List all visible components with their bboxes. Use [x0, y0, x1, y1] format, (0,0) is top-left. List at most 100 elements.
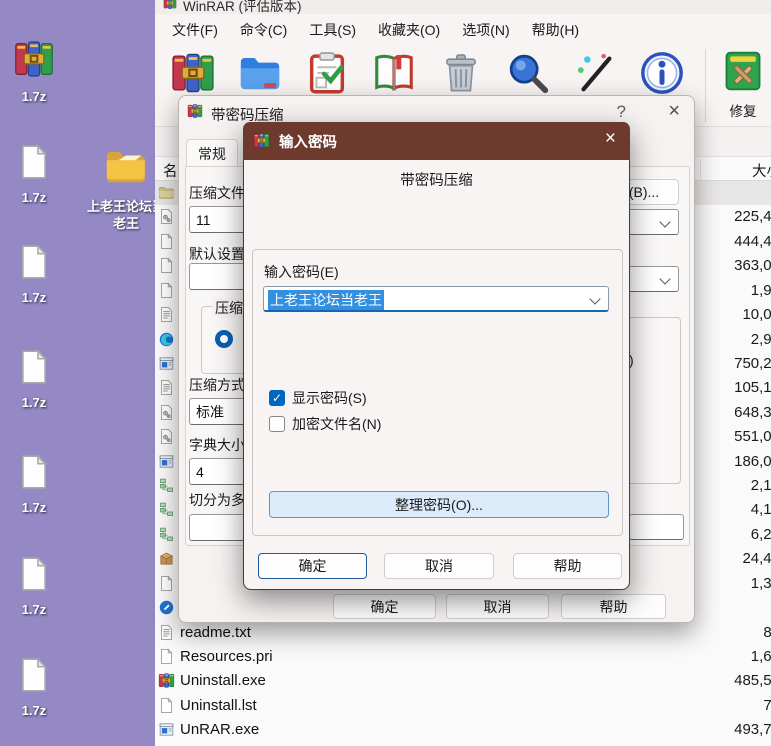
password-input[interactable]: 上老王论坛当老王	[263, 286, 609, 312]
text-file-icon	[158, 306, 175, 323]
method-label: 压缩方式(C)	[189, 375, 245, 395]
text-file-icon	[158, 624, 175, 641]
archive-name-input[interactable]: 11	[189, 206, 249, 233]
help-button[interactable]: 帮助	[561, 594, 666, 619]
file-name: readme.txt	[180, 624, 251, 641]
file-size: 1,98	[751, 282, 771, 299]
desktop: 1.7z1.7z1.7z1.7z1.7z1.7z1.7z 上老王论坛当 老王	[0, 0, 155, 746]
file-size: 6,23	[751, 526, 771, 543]
file-name: UnRAR.exe	[180, 721, 259, 738]
blank-page-icon	[15, 656, 53, 694]
split-label: 切分为多个卷	[189, 490, 245, 510]
app-window-icon	[158, 453, 175, 470]
chevron-down-icon	[659, 273, 670, 284]
winrar-dialog-icon	[253, 132, 270, 154]
desktop-icon-1.7z[interactable]: 1.7z	[6, 348, 62, 410]
file-size: 1,64	[751, 648, 771, 665]
app-window-icon	[158, 355, 175, 372]
file-size: 551,06	[734, 428, 771, 445]
split-input[interactable]	[189, 514, 249, 541]
text-file-icon	[158, 379, 175, 396]
tree-diagram-icon	[158, 501, 175, 518]
desktop-icon-1.7z[interactable]: 1.7z	[6, 453, 62, 515]
file-row[interactable]: UnRAR.exe493,72	[155, 718, 771, 742]
profiles-label: 默认设置	[189, 244, 245, 264]
dictionary-label: 字典大小(I)	[189, 435, 245, 455]
desktop-icon-label: 1.7z	[6, 500, 62, 515]
file-size: 363,00	[734, 257, 771, 274]
ok-button[interactable]: 确定	[258, 553, 367, 579]
method-combo[interactable]: 标准	[189, 398, 249, 425]
file-row[interactable]: Uninstall.lst 79	[155, 694, 771, 718]
tree-diagram-icon	[158, 526, 175, 543]
ok-button[interactable]: 确定	[333, 594, 436, 619]
checkbox-checked-icon[interactable]: ✓	[269, 390, 285, 406]
gear-file-icon	[158, 404, 175, 421]
file-row[interactable]: Resources.pri 1,64	[155, 645, 771, 669]
show-password-label: 显示密码(S)	[292, 388, 367, 408]
password-label: 输入密码(E)	[264, 262, 339, 282]
comment-field[interactable]	[629, 514, 684, 540]
encrypt-names-row[interactable]: 加密文件名(N)	[269, 415, 381, 433]
file-row[interactable]: readme.txt 89	[155, 621, 771, 645]
screen: 1.7z1.7z1.7z1.7z1.7z1.7z1.7z 上老王论坛当 老王 W…	[0, 0, 771, 746]
blank-page-icon	[15, 555, 53, 593]
winrar-dialog-icon	[187, 103, 203, 119]
profiles-combo[interactable]	[189, 263, 249, 290]
folder-up-icon	[158, 184, 175, 201]
checkbox-unchecked-icon[interactable]	[269, 416, 285, 432]
file-row[interactable]: Uninstall.exe 485,52	[155, 669, 771, 693]
desktop-icon-1.7z[interactable]: 1.7z	[6, 143, 62, 205]
desktop-icon-label: 1.7z	[6, 290, 62, 305]
wrench-circle-icon	[158, 599, 175, 616]
file-size: 10,00	[742, 306, 771, 323]
plain-file-icon	[158, 282, 175, 299]
winrar-books-icon	[158, 672, 175, 689]
winrar-books-icon	[13, 38, 55, 80]
file-size: 444,41	[734, 233, 771, 250]
dialog-titlebar: 输入密码 ×	[243, 122, 630, 160]
plain-file-icon	[158, 697, 175, 714]
help-icon[interactable]: ?	[617, 102, 626, 122]
gear-file-icon	[158, 208, 175, 225]
file-name: Uninstall.exe	[180, 672, 266, 689]
dialog-title: 输入密码	[279, 131, 337, 152]
file-size: 2,18	[751, 477, 771, 494]
file-size: 24,44	[742, 550, 771, 567]
file-size: 485,52	[734, 672, 771, 689]
file-size: 89	[763, 624, 771, 641]
show-password-row[interactable]: ✓ 显示密码(S)	[269, 389, 367, 407]
file-size: 225,43	[734, 208, 771, 225]
app-window-icon	[158, 721, 175, 738]
cancel-button[interactable]: 取消	[384, 553, 494, 579]
close-icon[interactable]: ×	[668, 100, 680, 123]
desktop-icon-1.7z[interactable]: 1.7z	[6, 656, 62, 718]
archive-name-label: 压缩文件名(A)	[189, 183, 245, 203]
file-row[interactable]: WhatsNew.txt99,25	[155, 743, 771, 746]
file-size: 2,99	[751, 331, 771, 348]
tab-general[interactable]: 常规	[186, 139, 238, 168]
cancel-button[interactable]: 取消	[446, 594, 549, 619]
file-size: 186,00	[734, 453, 771, 470]
dialog-heading: 带密码压缩	[244, 169, 629, 190]
desktop-icon-1.7z[interactable]: 1.7z	[6, 38, 62, 104]
winrar-dialog-icon	[187, 103, 203, 124]
file-size: 79	[763, 697, 771, 714]
desktop-icon-1.7z[interactable]: 1.7z	[6, 243, 62, 305]
tree-diagram-icon	[158, 477, 175, 494]
help-button[interactable]: 帮助	[513, 553, 622, 579]
chevron-down-icon[interactable]	[589, 293, 600, 304]
radio-selected[interactable]	[215, 330, 233, 348]
file-name: Uninstall.lst	[180, 697, 257, 714]
desktop-icon-label: 1.7z	[6, 703, 62, 718]
file-size: 648,34	[734, 404, 771, 421]
password-selected-text: 上老王论坛当老王	[268, 290, 384, 310]
close-icon[interactable]: ×	[605, 128, 616, 150]
blank-page-icon	[15, 143, 53, 181]
desktop-icon-1.7z[interactable]: 1.7z	[6, 555, 62, 617]
folder-icon	[103, 143, 149, 189]
dictionary-input[interactable]: 4	[189, 458, 249, 485]
blank-page-icon	[15, 348, 53, 386]
organize-passwords-button[interactable]: 整理密码(O)...	[269, 491, 609, 518]
file-name: Resources.pri	[180, 648, 273, 665]
